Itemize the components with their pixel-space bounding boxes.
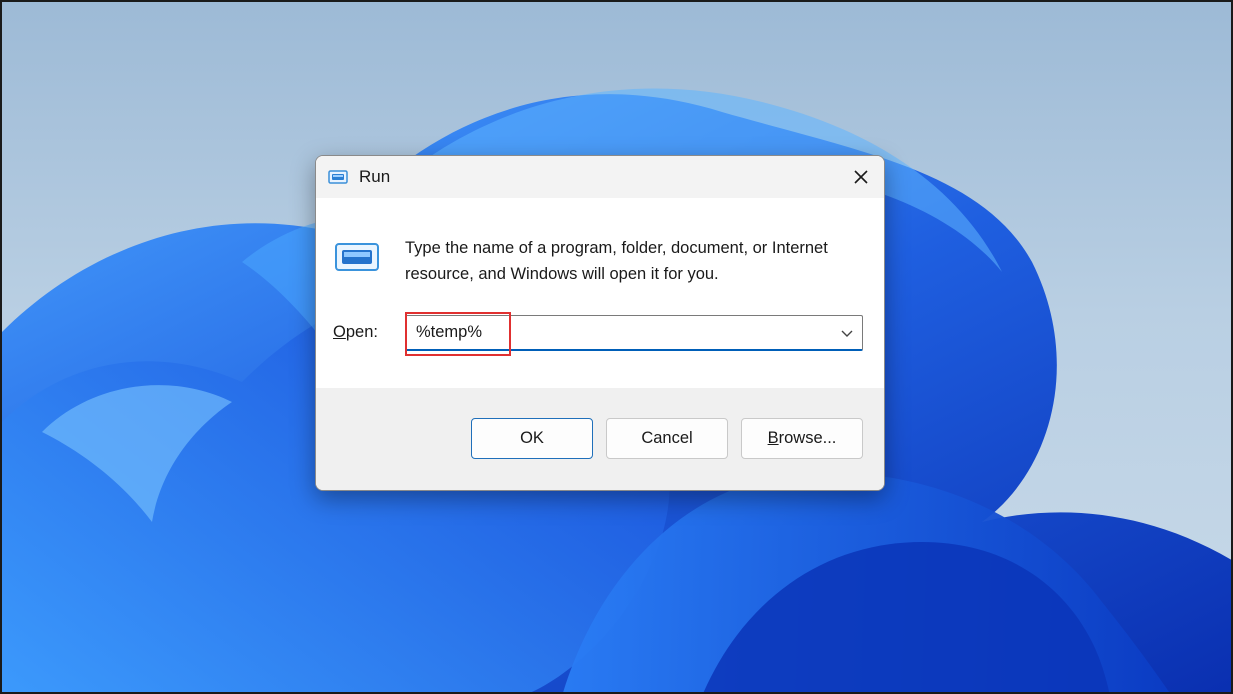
browse-button[interactable]: Browse... bbox=[741, 418, 863, 459]
close-icon bbox=[854, 170, 868, 184]
dialog-description: Type the name of a program, folder, docu… bbox=[405, 239, 828, 283]
browse-button-label: rowse... bbox=[778, 429, 837, 447]
close-button[interactable] bbox=[838, 156, 884, 198]
chevron-down-icon[interactable] bbox=[838, 324, 856, 342]
cancel-button[interactable]: Cancel bbox=[606, 418, 728, 459]
run-icon bbox=[328, 170, 348, 184]
run-icon bbox=[335, 243, 379, 271]
open-label: Open: bbox=[333, 323, 378, 342]
browse-button-mnemonic: B bbox=[767, 429, 779, 447]
run-dialog: Run Type the name of a program, folder, … bbox=[315, 155, 885, 491]
dialog-title: Run bbox=[359, 167, 391, 186]
ok-button[interactable]: OK bbox=[471, 418, 593, 459]
open-input[interactable]: %temp% bbox=[416, 323, 482, 342]
cancel-button-label: Cancel bbox=[641, 429, 693, 447]
open-label-mnemonic: O bbox=[333, 323, 346, 341]
dialog-body: Type the name of a program, folder, docu… bbox=[316, 198, 884, 388]
title-bar[interactable]: Run bbox=[316, 156, 884, 198]
dialog-footer: OK Cancel Browse... bbox=[316, 388, 884, 490]
open-combobox[interactable]: %temp% bbox=[405, 315, 863, 351]
ok-button-label: OK bbox=[520, 429, 544, 447]
open-label-text: pen: bbox=[345, 323, 378, 341]
desktop-screen: Run Type the name of a program, folder, … bbox=[0, 0, 1233, 694]
